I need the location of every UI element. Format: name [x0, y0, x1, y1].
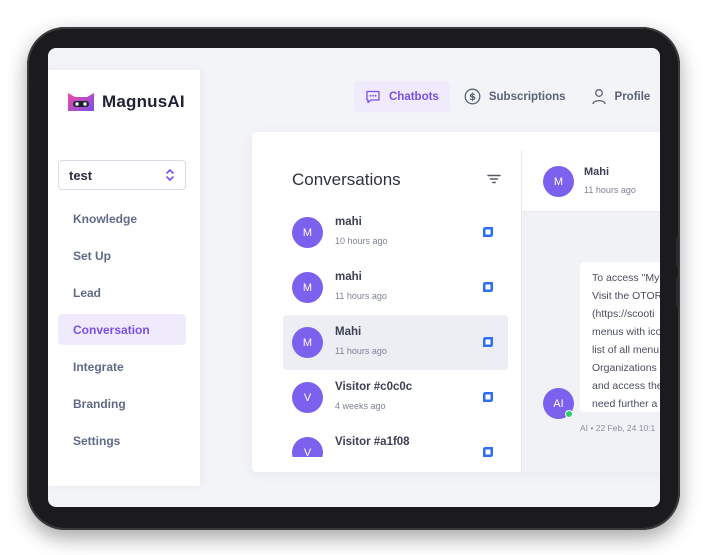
- sidebar: MagnusAI test Knowledge Set Up Lead Conv…: [48, 70, 200, 486]
- magnusai-logo-icon: [68, 93, 94, 111]
- conversation-item[interactable]: M mahi 10 hours ago: [283, 205, 508, 260]
- dollar-circle-icon: $: [464, 88, 481, 105]
- message-meta: AI • 22 Feb, 24 10:1: [580, 423, 656, 433]
- tab-profile-label: Profile: [614, 90, 651, 103]
- app-name: MagnusAI: [102, 92, 185, 111]
- avatar: M: [292, 272, 323, 303]
- user-icon: [591, 89, 606, 105]
- sidebar-nav: Knowledge Set Up Lead Conversation Integ…: [58, 203, 186, 462]
- conversation-item[interactable]: M mahi 11 hours ago: [283, 260, 508, 315]
- chat-messages: To access "My Visit the OTOR (https://sc…: [522, 212, 660, 472]
- chat-avatar: M: [543, 166, 574, 197]
- sidebar-item-integrate[interactable]: Integrate: [58, 351, 186, 382]
- conversation-name: mahi: [335, 271, 362, 283]
- conversation-time: 11 hours ago: [335, 346, 387, 356]
- app-screen: MagnusAI test Knowledge Set Up Lead Conv…: [48, 48, 660, 507]
- conversation-name: Visitor #a1f08: [335, 436, 410, 448]
- sidebar-item-set-up[interactable]: Set Up: [58, 240, 186, 271]
- conversations-panel: Conversations M mahi 10 hours ago M mahi…: [252, 132, 660, 472]
- conversation-name: Mahi: [335, 326, 362, 338]
- conversation-item[interactable]: V Visitor #a1f08: [283, 425, 508, 457]
- chat-user-time: 11 hours ago: [584, 185, 636, 195]
- channel-icon: [483, 337, 493, 347]
- conversation-time: 11 hours ago: [335, 291, 387, 301]
- bot-message-bubble: To access "My Visit the OTOR (https://sc…: [580, 262, 660, 412]
- sidebar-item-settings[interactable]: Settings: [58, 425, 186, 456]
- message-line: To access "My: [592, 272, 660, 284]
- online-status-dot: [565, 410, 573, 418]
- svg-text:$: $: [469, 92, 476, 103]
- avatar: M: [292, 327, 323, 358]
- tab-chatbots-label: Chatbots: [389, 90, 439, 103]
- message-line: menus with ico: [592, 326, 660, 338]
- avatar: M: [292, 217, 323, 248]
- conversation-name: Visitor #c0c0c: [335, 381, 413, 393]
- app-logo[interactable]: MagnusAI: [66, 90, 185, 114]
- chevron-up-down-icon: [166, 169, 174, 181]
- conversation-time: 10 hours ago: [335, 236, 388, 246]
- message-line: Organizations: [592, 362, 657, 374]
- conversation-time: 4 weeks ago: [335, 401, 386, 411]
- message-line: list of all menu: [592, 344, 660, 356]
- message-line: (https://scooti: [592, 308, 655, 320]
- tablet-side-button: [676, 237, 679, 267]
- chat-user-name: Mahi: [584, 166, 610, 178]
- channel-icon: [483, 447, 493, 457]
- sidebar-item-lead[interactable]: Lead: [58, 277, 186, 308]
- top-nav: Chatbots $ Subscriptions Profile: [354, 81, 660, 112]
- channel-icon: [483, 282, 493, 292]
- tab-profile[interactable]: Profile: [580, 81, 660, 112]
- filter-icon[interactable]: [487, 174, 501, 184]
- sidebar-item-conversation[interactable]: Conversation: [58, 314, 186, 345]
- chat-icon: [366, 90, 380, 103]
- sidebar-item-branding[interactable]: Branding: [58, 388, 186, 419]
- message-line: need further a: [592, 398, 658, 410]
- channel-icon: [483, 392, 493, 402]
- conversation-list: M mahi 10 hours ago M mahi 11 hours ago …: [283, 205, 508, 457]
- tab-chatbots[interactable]: Chatbots: [354, 81, 450, 112]
- tab-subscriptions[interactable]: $ Subscriptions: [453, 81, 577, 112]
- conversations-title: Conversations: [292, 170, 401, 189]
- tablet-side-button: [676, 277, 679, 307]
- conversation-item[interactable]: V Visitor #c0c0c 4 weeks ago: [283, 370, 508, 425]
- conversation-name: mahi: [335, 216, 362, 228]
- tab-subscriptions-label: Subscriptions: [488, 90, 566, 103]
- project-select-value: test: [69, 167, 93, 183]
- chat-header: M Mahi 11 hours ago: [522, 150, 660, 212]
- conversation-item-selected[interactable]: M Mahi 11 hours ago: [283, 315, 508, 370]
- message-line: Visit the OTOR: [592, 290, 660, 302]
- sidebar-item-knowledge[interactable]: Knowledge: [58, 203, 186, 234]
- message-line: and access the: [592, 380, 660, 392]
- avatar: V: [292, 437, 323, 457]
- project-select[interactable]: test: [58, 160, 186, 190]
- avatar: V: [292, 382, 323, 413]
- channel-icon: [483, 227, 493, 237]
